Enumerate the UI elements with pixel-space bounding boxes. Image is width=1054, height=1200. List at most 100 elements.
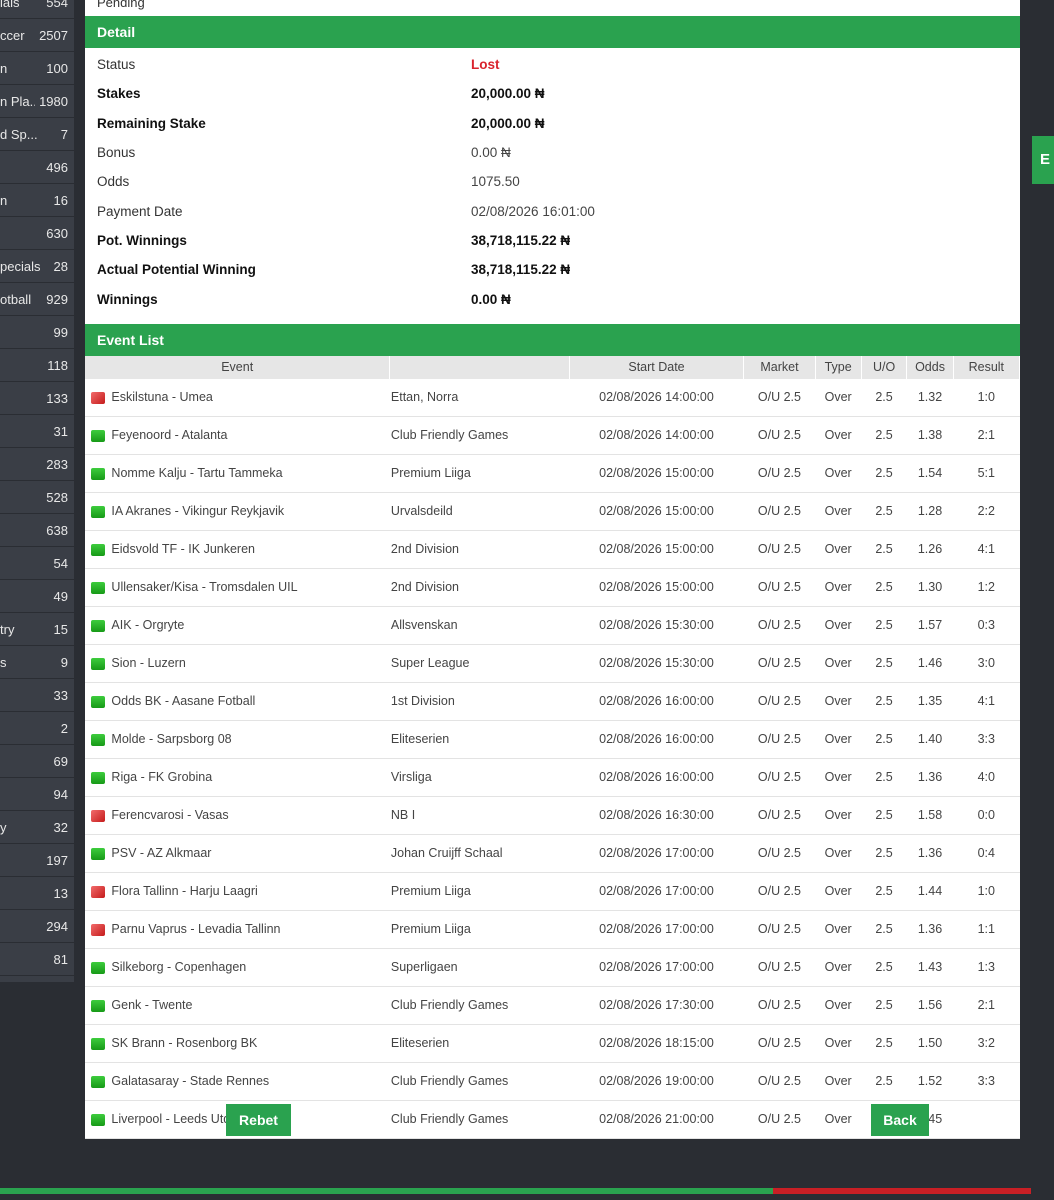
sidebar-item[interactable]: 13 [0, 877, 74, 910]
market: O/U 2.5 [743, 872, 816, 911]
sidebar-item-count: 1980 [39, 93, 68, 109]
market: O/U 2.5 [743, 1062, 816, 1101]
odds: 1.56 [906, 986, 954, 1025]
table-row: Nomme Kalju - Tartu Tammeka Premium Liiga… [85, 454, 1020, 493]
won-status-icon [90, 1113, 105, 1126]
won-status-icon [90, 619, 105, 632]
uo-line: 2.5 [861, 378, 907, 417]
detail-key: Stakes [97, 86, 141, 102]
side-tab[interactable]: E [1032, 136, 1054, 184]
sidebar-item-count: 197 [46, 852, 68, 868]
lost-status-icon [90, 923, 105, 936]
sidebar: ials 554 ccer 2507 n 100 n Pla...1980 d Sp... 7 4… [0, 0, 74, 982]
event-name: Eskilstuna - Umea [110, 378, 390, 417]
league-name: Club Friendly Games [389, 1100, 570, 1139]
bet-type: Over [815, 872, 862, 911]
table-row: Ferencvarosi - Vasas NB I 02/08/2026 16:30… [85, 796, 1020, 835]
sidebar-item[interactable]: 69 [0, 745, 74, 778]
sidebar-item[interactable]: n 100 [0, 52, 74, 85]
back-button[interactable]: Back [871, 1104, 929, 1136]
uo-line: 2.5 [861, 1024, 907, 1063]
sidebar-item[interactable]: try 15 [0, 613, 74, 646]
sidebar-item[interactable]: otball 929 [0, 283, 74, 316]
bet-type: Over [815, 568, 862, 607]
bet-type: Over [815, 796, 862, 835]
detail-list: Status Lost Stakes 20,000.00 ₦ Remaining Sta… [85, 48, 1020, 314]
odds: 1.36 [906, 910, 954, 949]
uo-line: 2.5 [861, 948, 907, 987]
odds: 1.40 [906, 720, 954, 759]
league-name: Superligaen [389, 948, 570, 987]
sidebar-item[interactable]: n Pla...1980 [0, 85, 74, 118]
detail-value: 20,000.00 ₦ [471, 115, 545, 131]
sidebar-item[interactable]: 99 [0, 316, 74, 349]
start-date: 02/08/2026 17:00:00 [569, 872, 744, 911]
sidebar-item-count: 32 [53, 819, 68, 835]
sidebar-item-count: 2 [60, 720, 68, 736]
detail-key: Bonus [97, 145, 136, 161]
sidebar-item[interactable]: 283 [0, 448, 74, 481]
sidebar-item[interactable]: 294 [0, 910, 74, 943]
sidebar-item[interactable]: 638 [0, 514, 74, 547]
sidebar-item[interactable]: 33 [0, 679, 74, 712]
sidebar-item[interactable]: d Sp... 7 [0, 118, 74, 151]
league-name: Allsvenskan [389, 606, 570, 645]
result: 4:1 [953, 530, 1020, 569]
lost-status-icon [90, 885, 105, 898]
won-status-icon [90, 1037, 105, 1050]
table-row: Sion - Luzern Super League 02/08/2026 15:3… [85, 644, 1020, 683]
sidebar-item[interactable]: 118 [0, 349, 74, 382]
sidebar-item-label: n Pla... [0, 93, 35, 109]
rebet-button[interactable]: Rebet [226, 1104, 291, 1136]
uo-line: 2.5 [861, 568, 907, 607]
pending-label: Pending [97, 0, 145, 10]
sidebar-item[interactable]: s9 [0, 646, 74, 679]
sidebar-item[interactable]: 2 [0, 712, 74, 745]
sidebar-item[interactable]: 49 [0, 580, 74, 613]
detail-key: Winnings [97, 291, 158, 307]
sidebar-item[interactable]: ials 554 [0, 0, 74, 19]
sidebar-item[interactable]: 528 [0, 481, 74, 514]
sidebar-item[interactable]: n 16 [0, 184, 74, 217]
odds: 1.35 [906, 682, 954, 721]
sidebar-item[interactable]: ccer 2507 [0, 19, 74, 52]
sidebar-item[interactable]: y 32 [0, 811, 74, 844]
event-name: Genk - Twente [110, 986, 390, 1025]
league-name: Ettan, Norra [389, 378, 570, 417]
event-name: Feyenoord - Atalanta [110, 416, 390, 455]
sidebar-item-count: 16 [53, 192, 68, 208]
bet-type: Over [815, 720, 862, 759]
market: O/U 2.5 [743, 530, 816, 569]
sidebar-item-count: 81 [53, 951, 68, 967]
sidebar-item[interactable]: 54 [0, 547, 74, 580]
uo-line: 2.5 [861, 834, 907, 873]
start-date: 02/08/2026 16:30:00 [569, 796, 744, 835]
bet-type: Over [815, 644, 862, 683]
sidebar-item[interactable]: 630 [0, 217, 74, 250]
sidebar-item-count: 54 [53, 555, 68, 571]
detail-key: Status [97, 57, 136, 73]
sidebar-item[interactable]: 81 [0, 943, 74, 976]
sidebar-item-count: 929 [46, 291, 68, 307]
sidebar-item[interactable]: pecials 28 [0, 250, 74, 283]
sidebar-item[interactable]: 496 [0, 151, 74, 184]
start-date: 02/08/2026 14:00:00 [569, 378, 744, 417]
sidebar-item[interactable]: 197 [0, 844, 74, 877]
sidebar-item-label: otball [0, 291, 32, 307]
start-date: 02/08/2026 15:30:00 [569, 606, 744, 645]
sidebar-item[interactable]: 31 [0, 415, 74, 448]
table-row: Galatasaray - Stade Rennes Club Friendly … [85, 1062, 1020, 1101]
odds: 1.50 [906, 1024, 954, 1063]
detail-key: Odds [97, 174, 130, 190]
result [953, 1100, 1020, 1139]
won-status-icon [90, 429, 105, 442]
sidebar-item-count: 9 [60, 654, 68, 670]
won-status-icon [90, 657, 105, 670]
uo-line: 2.5 [861, 1062, 907, 1101]
odds: 1.28 [906, 492, 954, 531]
sidebar-item[interactable]: 94 [0, 778, 74, 811]
start-date: 02/08/2026 18:15:00 [569, 1024, 744, 1063]
detail-value: 20,000.00 ₦ [471, 86, 545, 102]
result: 1:1 [953, 910, 1020, 949]
sidebar-item[interactable]: 133 [0, 382, 74, 415]
